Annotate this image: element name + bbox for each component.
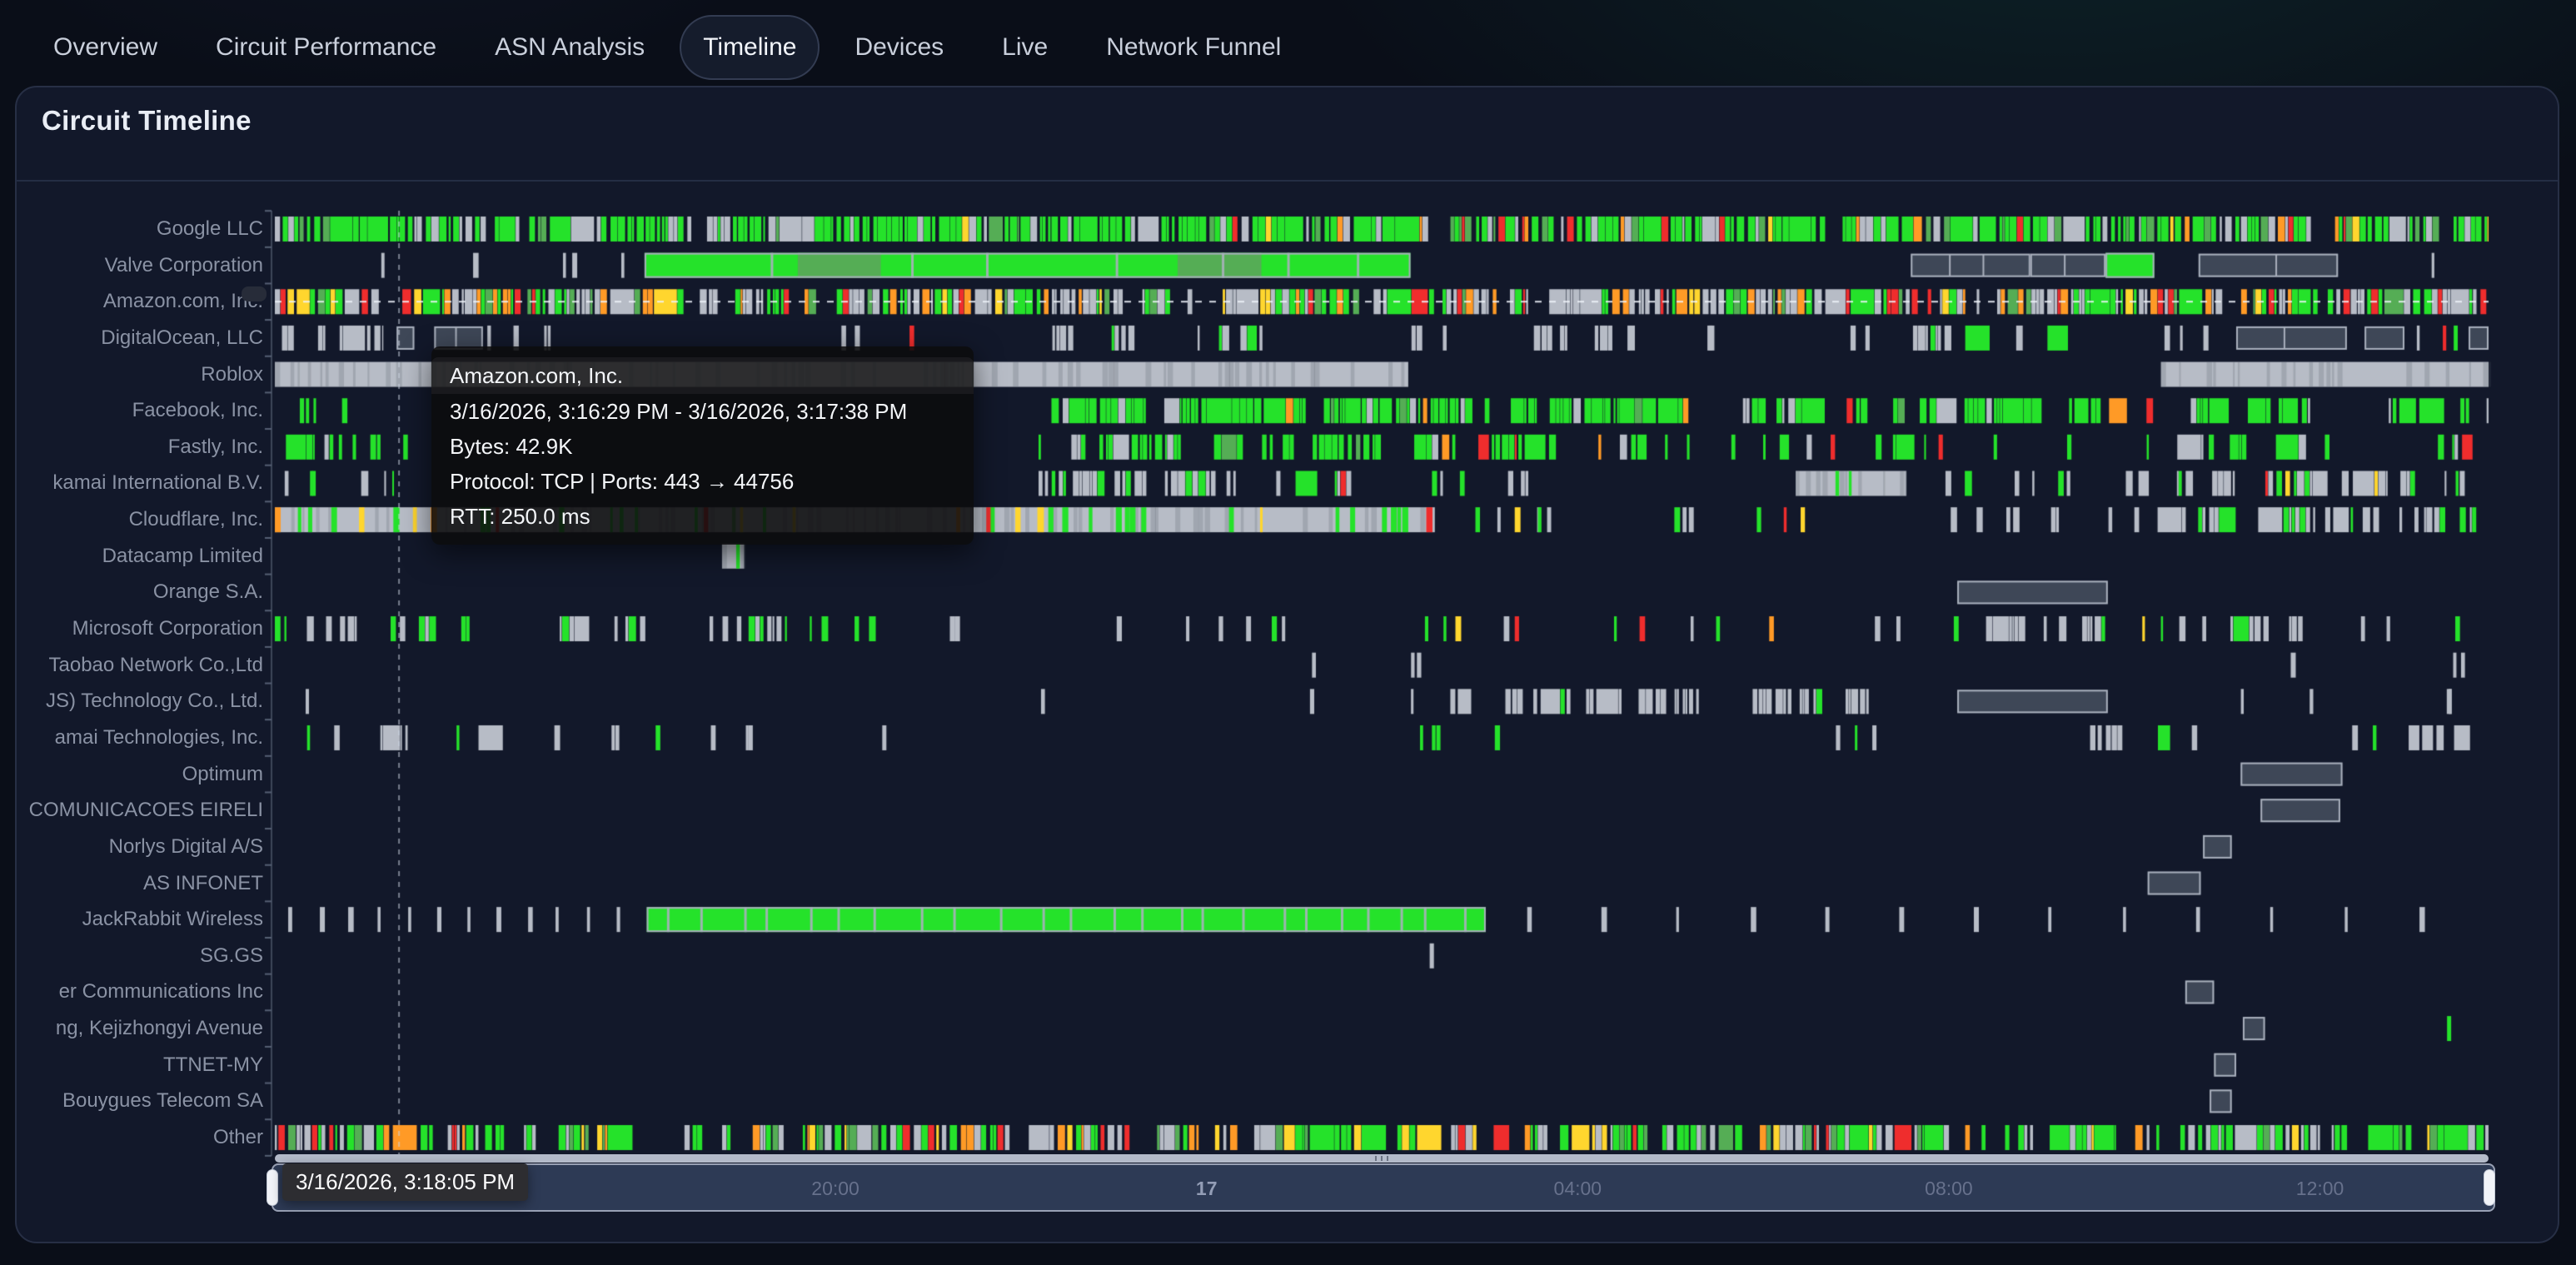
brush-time-tooltip: 3/16/2026, 3:18:05 PM: [282, 1163, 528, 1201]
tooltip-range: 3/16/2026, 3:16:29 PM - 3/16/2026, 3:17:…: [450, 394, 955, 429]
row-label: Bouygues Telecom SA: [18, 1088, 263, 1113]
brush-handle-right[interactable]: [2484, 1169, 2495, 1206]
row-label: er Communications Inc: [18, 979, 263, 1004]
row-label: Taobao Network Co.,Ltd: [18, 653, 263, 678]
row-label: Microsoft Corporation: [18, 616, 263, 641]
row-label: ng, Kejizhongyi Avenue: [18, 1016, 263, 1041]
timeline-scrollbar[interactable]: [275, 1154, 2489, 1163]
row-label: Roblox: [18, 362, 263, 387]
row-label: Valve Corporation: [18, 253, 263, 278]
tooltip-bytes: Bytes: 42.9K: [450, 429, 955, 464]
time-range-brush[interactable]: 20:00 17 04:00 08:00 12:00: [272, 1163, 2495, 1212]
row-label: JS) Technology Co., Ltd.: [18, 689, 263, 714]
row-label: Google LLC: [18, 217, 263, 242]
row-label: TTNET-MY: [18, 1053, 263, 1078]
row-label: Cloudflare, Inc.: [18, 507, 263, 532]
tooltip-rtt: RTT: 250.0 ms: [450, 499, 955, 534]
brush-axis-tick: 08:00: [1925, 1177, 1973, 1200]
hover-tooltip: Amazon.com, Inc. 3/16/2026, 3:16:29 PM -…: [431, 346, 974, 545]
timeline-chart[interactable]: [0, 0, 2576, 1265]
brush-axis-tick: 20:00: [811, 1177, 859, 1200]
row-label: kamai International B.V.: [18, 471, 263, 496]
row-label: Norlys Digital A/S: [18, 834, 263, 859]
row-label: Orange S.A.: [18, 580, 263, 605]
row-label: COMUNICACOES EIRELI: [18, 798, 263, 823]
row-label: Optimum: [18, 762, 263, 787]
hovered-row-handle[interactable]: [242, 286, 267, 301]
row-label: Other: [18, 1125, 263, 1150]
brush-axis-tick: 04:00: [1554, 1177, 1602, 1200]
row-label: amai Technologies, Inc.: [18, 725, 263, 750]
brush-axis-tick: 12:00: [2296, 1177, 2344, 1200]
row-label: AS INFONET: [18, 871, 263, 896]
tooltip-title: Amazon.com, Inc.: [431, 357, 974, 394]
tooltip-protocol: Protocol: TCP | Ports: 443 → 44756: [450, 464, 955, 499]
scrollbar-grip-icon[interactable]: [1375, 1156, 1389, 1161]
row-label: Datacamp Limited: [18, 544, 263, 569]
row-label: Amazon.com, Inc.: [18, 289, 263, 314]
brush-handle-left[interactable]: [267, 1169, 278, 1206]
row-label: SG.GS: [18, 944, 263, 969]
brush-axis-tick: 17: [1196, 1177, 1218, 1200]
row-label: Facebook, Inc.: [18, 398, 263, 423]
row-label: Fastly, Inc.: [18, 435, 263, 460]
row-label: DigitalOcean, LLC: [18, 326, 263, 351]
row-label: JackRabbit Wireless: [18, 907, 263, 932]
